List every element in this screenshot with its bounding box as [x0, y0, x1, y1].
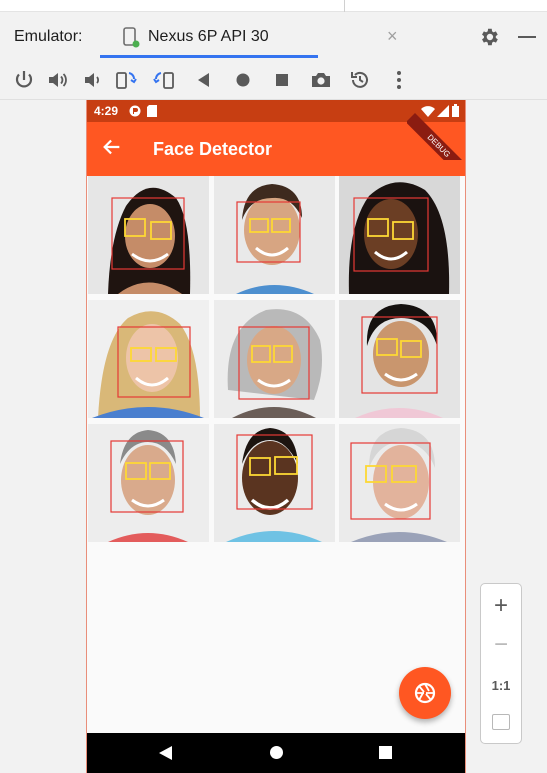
app-title: Face Detector — [153, 139, 273, 159]
status-time: 4:29 — [94, 104, 119, 118]
zoom-actual-size-button[interactable]: 1:1 — [481, 678, 521, 693]
power-icon[interactable] — [12, 68, 36, 92]
face-image — [214, 300, 335, 418]
nav-back-icon[interactable] — [159, 746, 173, 760]
face-photo[interactable] — [88, 300, 209, 418]
active-tab-indicator — [100, 55, 318, 58]
face-photo[interactable] — [214, 424, 335, 542]
face-image — [88, 300, 209, 418]
gear-icon[interactable] — [478, 26, 500, 48]
sd-card-icon — [147, 105, 157, 117]
android-nav-bar — [87, 733, 465, 773]
notification-icon — [129, 105, 141, 117]
zoom-fit-icon[interactable] — [492, 714, 510, 730]
zoom-in-button[interactable]: + — [481, 592, 521, 620]
device-icon — [123, 27, 140, 48]
face-image — [214, 424, 335, 542]
zoom-panel: + − 1:1 — [480, 583, 522, 744]
back-arrow-icon[interactable] — [101, 136, 123, 158]
camera-icon[interactable] — [309, 68, 333, 92]
face-photo[interactable] — [214, 176, 335, 294]
emulator-tab-bar: Emulator: Nexus 6P API 30 × — [0, 12, 547, 60]
back-icon[interactable] — [192, 68, 216, 92]
more-icon[interactable] — [387, 68, 411, 92]
rotate-left-icon[interactable] — [114, 68, 138, 92]
emulator-toolbar — [0, 60, 547, 100]
strip-separator — [344, 0, 345, 12]
zoom-out-button[interactable]: − — [481, 631, 521, 659]
face-image — [214, 176, 335, 294]
rotate-right-icon[interactable] — [152, 68, 176, 92]
window-top-strip — [0, 0, 547, 12]
camera-fab-button[interactable] — [399, 667, 451, 719]
snapshot-icon[interactable] — [348, 68, 372, 92]
face-image — [339, 424, 460, 542]
nav-recents-icon[interactable] — [379, 746, 392, 759]
minimize-icon[interactable] — [518, 36, 536, 38]
device-screen[interactable]: 4:29 Face Detector DEBUG — [86, 100, 467, 773]
emulator-label: Emulator: — [14, 28, 83, 45]
face-image — [88, 176, 209, 294]
face-photo[interactable] — [88, 424, 209, 542]
nav-home-icon[interactable] — [270, 746, 283, 759]
shutter-icon — [414, 682, 436, 704]
volume-down-icon[interactable] — [80, 68, 104, 92]
home-icon[interactable] — [231, 68, 255, 92]
device-tab-label: Nexus 6P API 30 — [148, 28, 269, 45]
face-image — [339, 300, 460, 418]
face-image — [339, 176, 460, 294]
overview-icon[interactable] — [270, 68, 294, 92]
debug-banner-label: DEBUG — [407, 113, 467, 160]
face-photo[interactable] — [339, 424, 460, 542]
face-photo[interactable] — [339, 176, 460, 294]
face-photo[interactable] — [88, 176, 209, 294]
face-image — [88, 424, 209, 542]
debug-banner: DEBUG — [407, 100, 467, 160]
volume-up-icon[interactable] — [46, 68, 70, 92]
face-photo[interactable] — [339, 300, 460, 418]
device-tab[interactable]: Nexus 6P API 30 × — [100, 18, 398, 58]
face-photo[interactable] — [214, 300, 335, 418]
close-tab-icon[interactable]: × — [387, 26, 398, 47]
